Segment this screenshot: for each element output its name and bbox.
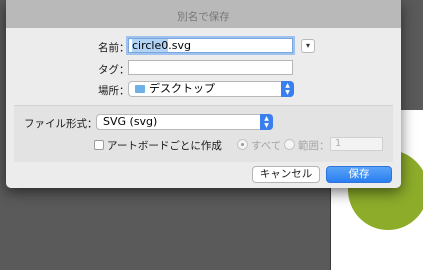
location-popup[interactable]: デスクトップ ▲ ▼ (128, 81, 294, 97)
range-input[interactable]: 1 (330, 137, 383, 151)
save-button[interactable]: 保存 (326, 166, 392, 183)
save-as-dialog: 別名で保存 名前： circle0.svg ▾ タグ： 場所： デスクトップ ▲… (6, 0, 401, 188)
tags-label: タグ： (98, 64, 130, 76)
name-label: 名前： (98, 42, 130, 54)
artboard-checkbox[interactable] (94, 140, 104, 150)
folder-icon (135, 85, 145, 93)
tags-input[interactable] (128, 60, 293, 75)
expand-chevron-button[interactable]: ▾ (301, 39, 315, 53)
dialog-title: 別名で保存 (177, 11, 230, 23)
name-input[interactable]: circle0.svg (128, 38, 293, 53)
range-radio[interactable] (284, 139, 295, 150)
range-radio-label: 範囲： (298, 140, 330, 152)
updown-arrows-icon: ▲ ▼ (281, 81, 294, 97)
format-label: ファイル形式： (24, 118, 98, 130)
cancel-button[interactable]: キャンセル (252, 166, 320, 183)
all-radio[interactable] (237, 139, 248, 150)
name-selected-text: circle0 (132, 39, 169, 52)
chevron-down-icon: ▾ (305, 41, 310, 50)
updown-arrows-icon: ▲ ▼ (260, 114, 273, 130)
all-radio-label: すべて (251, 140, 282, 152)
location-value: デスクトップ (149, 82, 215, 95)
format-value: SVG (svg) (103, 115, 158, 128)
location-label: 場所： (98, 85, 130, 97)
artboard-checkbox-label: アートボードごとに作成 (107, 140, 222, 152)
format-popup[interactable]: SVG (svg) ▲ ▼ (96, 114, 273, 130)
name-extension-text: .svg (168, 39, 191, 52)
